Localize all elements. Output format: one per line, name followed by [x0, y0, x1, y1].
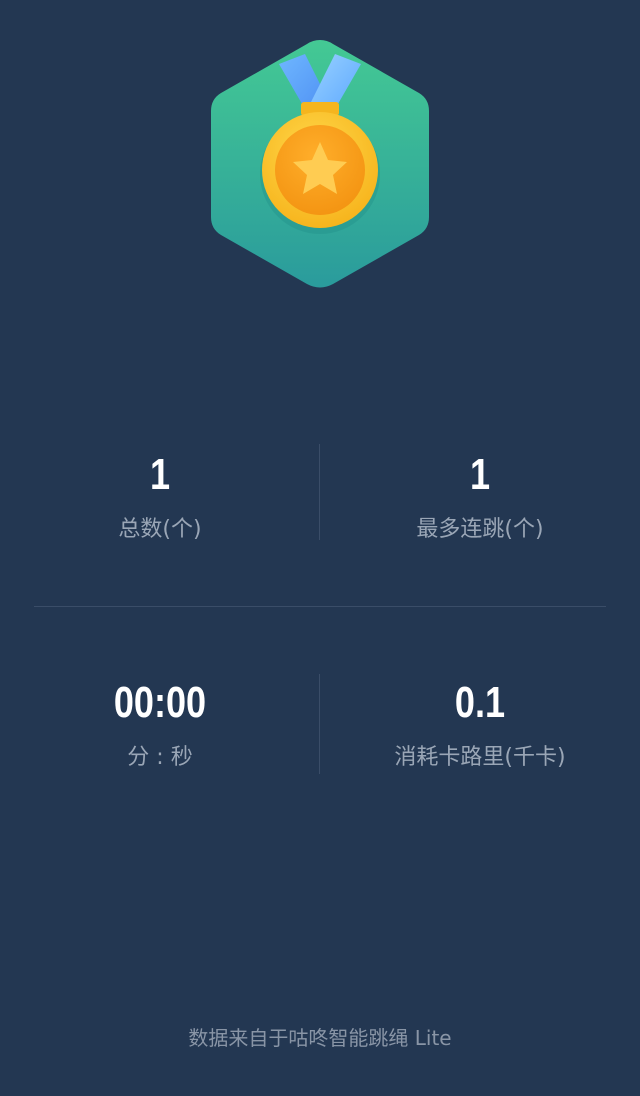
stat-duration: 00:00 分 : 秒	[0, 678, 320, 772]
data-source-footer: 数据来自于咕咚智能跳绳 Lite	[188, 1026, 452, 1050]
stats-row-bottom: 00:00 分 : 秒 0.1 消耗卡路里(千卡)	[0, 420, 640, 774]
calories-label: 消耗卡路里(千卡)	[394, 745, 566, 770]
duration-label: 分 : 秒	[127, 745, 193, 770]
workout-summary-screen: 1 总数(个) 1 最多连跳(个) 00:00 分 : 秒 0.1 消耗卡路里(…	[0, 0, 640, 1096]
duration-value: 00:00	[113, 678, 207, 727]
horizontal-divider	[34, 606, 606, 607]
stat-calories: 0.1 消耗卡路里(千卡)	[320, 678, 640, 772]
stats-panel: 1 总数(个) 1 最多连跳(个) 00:00 分 : 秒 0.1 消耗卡路里(…	[0, 420, 640, 774]
medal-star-icon	[211, 40, 429, 288]
calories-value: 0.1	[454, 678, 506, 727]
